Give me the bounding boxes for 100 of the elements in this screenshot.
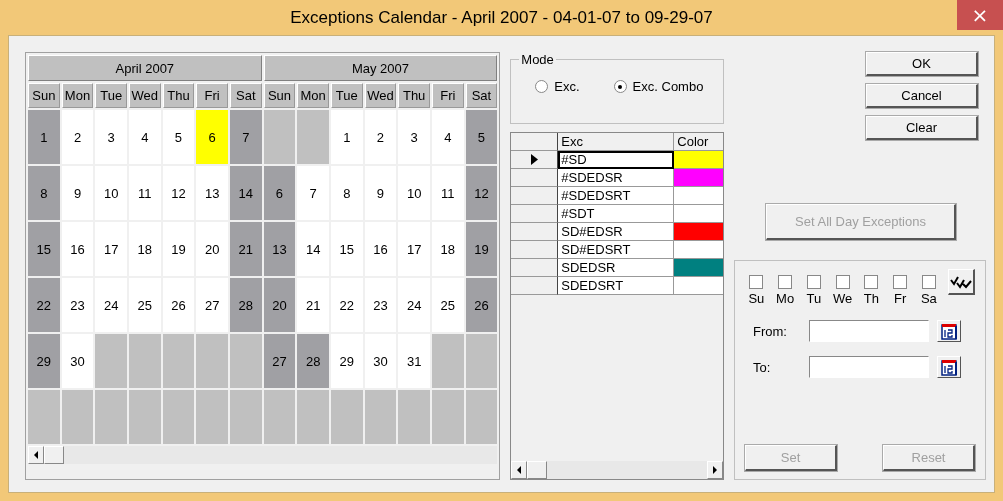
day-cell[interactable]: 10 bbox=[95, 166, 127, 220]
table-cell[interactable]: #SDEDSR bbox=[558, 169, 675, 187]
day-cell[interactable]: 1 bbox=[331, 110, 363, 164]
day-cell[interactable]: 12 bbox=[465, 166, 498, 220]
radio-option[interactable]: Exc. Combo bbox=[613, 79, 704, 94]
table-cell[interactable]: SDEDSRT bbox=[558, 277, 675, 295]
day-cell[interactable]: 17 bbox=[398, 222, 430, 276]
checkbox-label[interactable]: Mo bbox=[776, 291, 795, 306]
radio-button[interactable] bbox=[613, 80, 627, 93]
day-cell[interactable]: 21 bbox=[297, 278, 329, 332]
scroll-left-icon[interactable] bbox=[511, 461, 528, 479]
checkbox-label[interactable]: Tu bbox=[806, 291, 822, 306]
day-cell[interactable]: 15 bbox=[331, 222, 363, 276]
dialog-button[interactable]: Cancel bbox=[866, 84, 978, 108]
checkbox[interactable] bbox=[778, 275, 793, 289]
day-cell[interactable]: 7 bbox=[297, 166, 329, 220]
scroll-left-icon[interactable] bbox=[28, 446, 44, 464]
day-cell[interactable]: 24 bbox=[95, 278, 127, 332]
date-field[interactable] bbox=[809, 356, 929, 378]
day-cell[interactable]: 15 bbox=[28, 222, 60, 276]
day-cell[interactable]: 3 bbox=[398, 110, 430, 164]
date-picker-button[interactable] bbox=[937, 320, 961, 342]
checkbox[interactable] bbox=[893, 275, 908, 289]
day-cell[interactable]: 17 bbox=[95, 222, 127, 276]
day-cell[interactable]: 4 bbox=[129, 110, 161, 164]
color-swatch[interactable] bbox=[674, 241, 723, 259]
day-cell[interactable]: 20 bbox=[196, 222, 228, 276]
day-cell[interactable]: 19 bbox=[465, 222, 498, 276]
dialog-button[interactable]: OK bbox=[866, 52, 978, 76]
checkbox-label[interactable]: Fr bbox=[894, 291, 907, 306]
scroll-thumb[interactable] bbox=[44, 446, 64, 464]
day-cell[interactable]: 29 bbox=[28, 334, 60, 388]
day-cell[interactable]: 20 bbox=[263, 278, 296, 332]
checkbox[interactable] bbox=[835, 275, 850, 289]
day-cell[interactable]: 26 bbox=[162, 278, 195, 332]
horizontal-scrollbar[interactable] bbox=[511, 461, 723, 479]
day-cell[interactable]: 18 bbox=[129, 222, 161, 276]
color-swatch[interactable] bbox=[674, 205, 723, 223]
day-cell[interactable]: 13 bbox=[196, 166, 228, 220]
day-cell[interactable]: 30 bbox=[364, 334, 397, 388]
day-cell[interactable]: 22 bbox=[28, 278, 60, 332]
radio-button[interactable] bbox=[535, 80, 549, 93]
day-cell[interactable]: 22 bbox=[331, 278, 363, 332]
row-header[interactable] bbox=[511, 151, 559, 169]
day-cell[interactable]: 6 bbox=[263, 166, 296, 220]
close-button[interactable]: × bbox=[957, 0, 1003, 30]
day-cell[interactable]: 8 bbox=[28, 166, 60, 220]
checkbox[interactable] bbox=[864, 275, 879, 289]
day-cell[interactable]: 11 bbox=[129, 166, 161, 220]
checkbox-label[interactable]: Su bbox=[748, 291, 765, 306]
checkbox-label[interactable]: Th bbox=[863, 291, 879, 306]
day-cell[interactable]: 14 bbox=[297, 222, 329, 276]
day-cell[interactable]: 11 bbox=[431, 166, 464, 220]
day-cell[interactable]: 28 bbox=[297, 334, 329, 388]
day-cell[interactable]: 2 bbox=[364, 110, 397, 164]
color-swatch[interactable] bbox=[674, 223, 723, 241]
day-cell[interactable]: 16 bbox=[61, 222, 94, 276]
checkbox-label[interactable]: Sa bbox=[920, 291, 937, 306]
day-cell[interactable]: 25 bbox=[129, 278, 161, 332]
day-cell[interactable]: 26 bbox=[465, 278, 498, 332]
table-cell[interactable]: SDEDSR bbox=[558, 259, 675, 277]
day-cell[interactable]: 25 bbox=[431, 278, 464, 332]
day-cell[interactable]: 3 bbox=[95, 110, 127, 164]
radio-label[interactable]: Exc. Combo bbox=[632, 79, 704, 94]
color-swatch[interactable] bbox=[674, 151, 723, 169]
day-cell[interactable]: 5 bbox=[465, 110, 498, 164]
table-cell[interactable]: SD#EDSR bbox=[558, 223, 675, 241]
date-picker-button[interactable] bbox=[937, 356, 961, 378]
checkbox[interactable] bbox=[921, 275, 936, 289]
color-swatch[interactable] bbox=[674, 187, 723, 205]
day-cell[interactable]: 23 bbox=[61, 278, 94, 332]
day-cell[interactable]: 12 bbox=[162, 166, 195, 220]
day-cell[interactable]: 16 bbox=[364, 222, 397, 276]
radio-option[interactable]: Exc. bbox=[535, 79, 580, 94]
checkbox[interactable] bbox=[806, 275, 821, 289]
checkbox-label[interactable]: We bbox=[833, 291, 853, 306]
day-cell[interactable]: 21 bbox=[230, 222, 262, 276]
dialog-button[interactable]: Clear bbox=[866, 116, 978, 140]
day-cell[interactable]: 2 bbox=[61, 110, 94, 164]
color-swatch[interactable] bbox=[674, 277, 723, 295]
table-cell[interactable]: #SDT bbox=[558, 205, 675, 223]
table-cell[interactable]: #SD bbox=[558, 151, 675, 169]
day-cell[interactable]: 27 bbox=[263, 334, 296, 388]
day-cell[interactable]: 28 bbox=[230, 278, 262, 332]
scroll-right-icon[interactable] bbox=[707, 461, 723, 479]
color-swatch[interactable] bbox=[674, 169, 723, 187]
day-cell[interactable]: 19 bbox=[162, 222, 195, 276]
horizontal-scrollbar[interactable] bbox=[28, 446, 498, 464]
day-cell[interactable]: 9 bbox=[364, 166, 397, 220]
day-cell[interactable]: 10 bbox=[398, 166, 430, 220]
day-cell[interactable]: 23 bbox=[364, 278, 397, 332]
day-cell[interactable]: 8 bbox=[331, 166, 363, 220]
day-cell[interactable]: 31 bbox=[398, 334, 430, 388]
day-cell[interactable]: 14 bbox=[230, 166, 262, 220]
day-cell[interactable]: 6 bbox=[196, 110, 228, 164]
day-cell[interactable]: 29 bbox=[331, 334, 363, 388]
day-cell[interactable]: 1 bbox=[28, 110, 60, 164]
day-cell[interactable]: 24 bbox=[398, 278, 430, 332]
day-cell[interactable]: 5 bbox=[162, 110, 195, 164]
day-cell[interactable]: 27 bbox=[196, 278, 228, 332]
